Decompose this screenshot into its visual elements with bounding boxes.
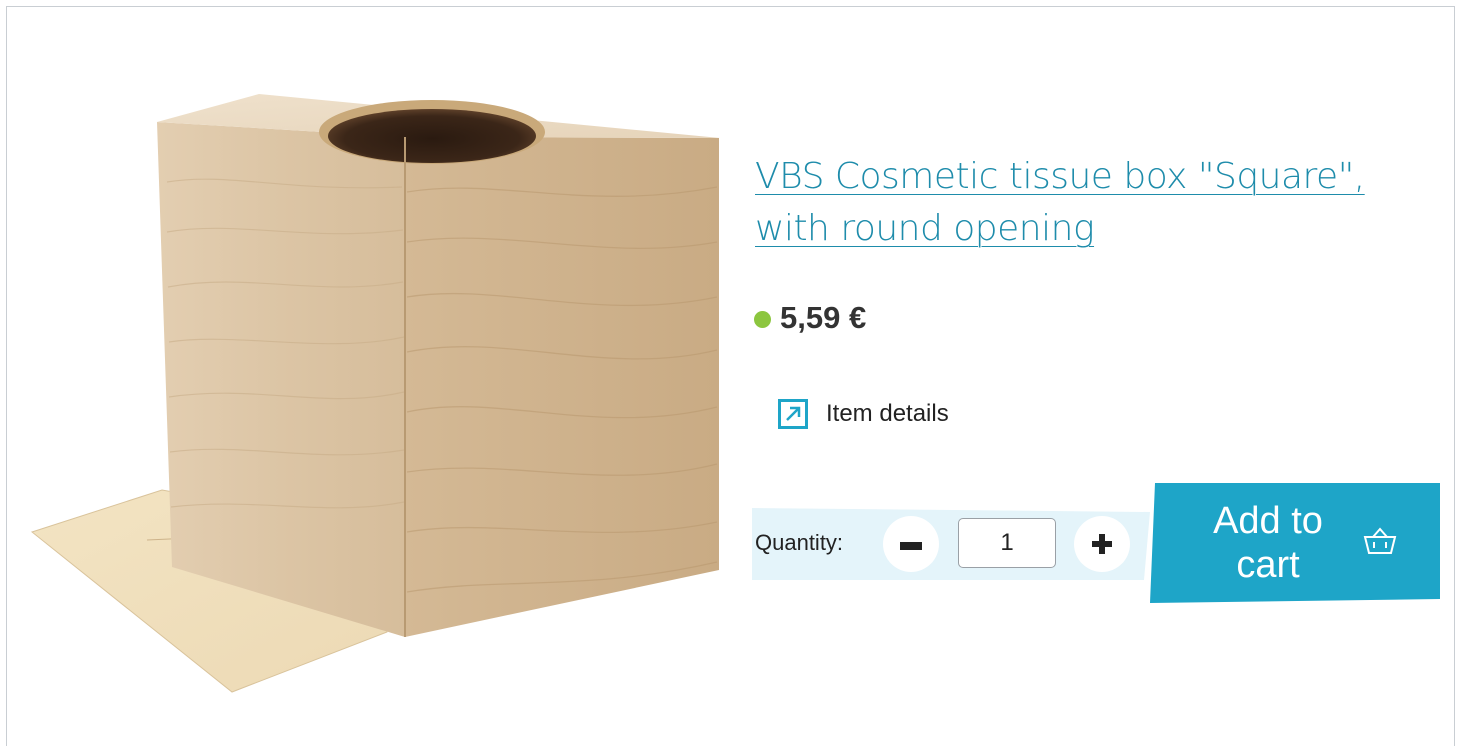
quantity-input[interactable]: 1	[958, 518, 1056, 568]
minus-icon	[900, 542, 922, 550]
external-arrow-icon	[778, 399, 808, 429]
item-details-link[interactable]: Item details	[778, 394, 949, 434]
basket-icon	[1363, 527, 1397, 554]
quantity-label: Quantity:	[755, 530, 844, 555]
item-details-label: Item details	[826, 400, 949, 427]
availability-indicator	[754, 311, 771, 328]
product-card: VBS Cosmetic tissue box "Square", with r…	[6, 6, 1455, 746]
add-to-cart-label: Add to cart	[1213, 500, 1323, 586]
quantity-increase-button[interactable]	[1074, 516, 1130, 572]
add-to-cart-button[interactable]: Add to cart	[1150, 483, 1440, 603]
product-image[interactable]	[27, 92, 727, 702]
plus-icon	[1092, 534, 1112, 554]
price-row: 5,59 €	[754, 293, 866, 343]
quantity-bar: Quantity: 1	[752, 508, 1150, 580]
product-title-link[interactable]: VBS Cosmetic tissue box "Square", with r…	[755, 151, 1435, 255]
product-price: 5,59 €	[780, 300, 867, 335]
quantity-decrease-button[interactable]	[883, 516, 939, 572]
